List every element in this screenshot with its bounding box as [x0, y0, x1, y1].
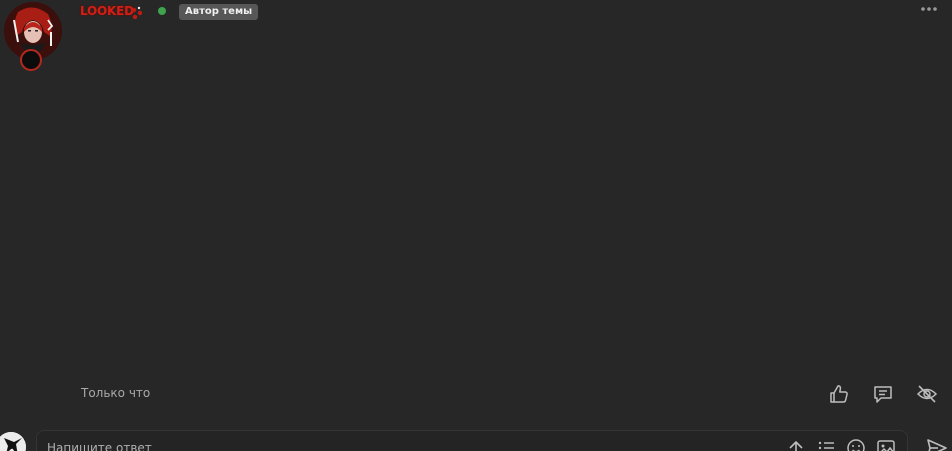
upload-arrow-icon[interactable] [786, 438, 806, 451]
avatar-status-ring [20, 49, 42, 71]
author-badge: Автор темы [179, 4, 259, 20]
eye-off-icon[interactable] [916, 383, 938, 405]
comment-icon[interactable] [872, 383, 894, 405]
current-user-avatar-art [0, 432, 26, 451]
image-icon[interactable] [876, 438, 896, 451]
list-icon[interactable] [816, 438, 836, 451]
send-icon[interactable] [926, 438, 948, 451]
online-status-dot [158, 7, 166, 15]
thumbs-up-icon[interactable] [828, 383, 850, 405]
post-timestamp: Только что [81, 386, 151, 400]
smile-icon[interactable] [846, 438, 866, 451]
current-user-avatar [0, 432, 26, 451]
reply-input[interactable]: Напишите ответ [36, 430, 908, 451]
username[interactable]: LOOKED [80, 4, 134, 18]
more-dots-icon[interactable] [918, 2, 940, 16]
username-flair-icon [131, 6, 143, 20]
reply-placeholder: Напишите ответ [47, 441, 152, 451]
post-container: LOOKED Автор темы Только что Напишите от… [0, 0, 952, 451]
